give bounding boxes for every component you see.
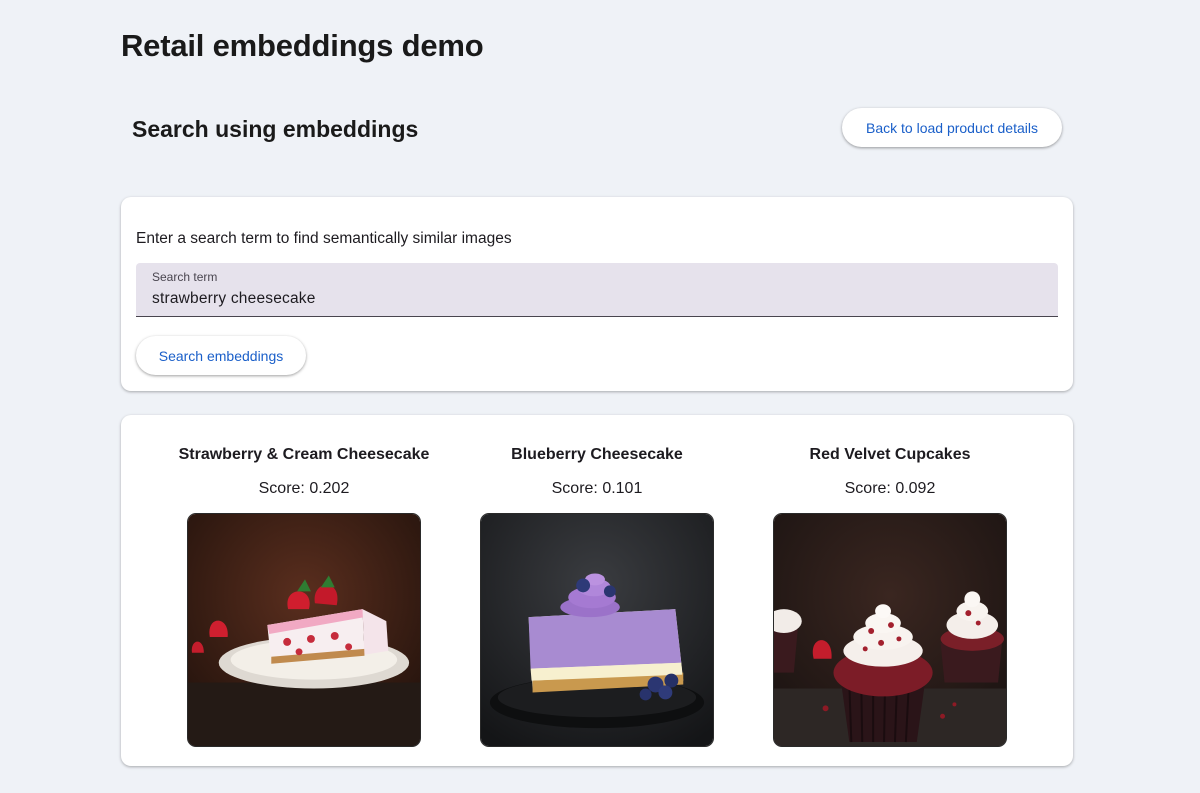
result-score: Score: 0.092: [844, 480, 936, 497]
section-title: Search using embeddings: [132, 116, 419, 142]
back-to-load-product-details-button[interactable]: Back to load product details: [842, 108, 1062, 147]
red-velvet-cupcakes-image: [773, 513, 1007, 747]
result-score: Score: 0.202: [258, 480, 350, 497]
blueberry-cheesecake-image: [480, 513, 714, 747]
result-title: Strawberry & Cream Cheesecake: [178, 446, 430, 463]
search-embeddings-button[interactable]: Search embeddings: [136, 336, 306, 375]
page-title: Retail embeddings demo: [121, 28, 484, 63]
result-score: Score: 0.101: [551, 480, 643, 497]
results-card: Strawberry & Cream Cheesecake Score: 0.2…: [121, 415, 1073, 766]
result-title: Red Velvet Cupcakes: [809, 446, 971, 463]
result-item: Strawberry & Cream Cheesecake Score: 0.2…: [154, 415, 454, 766]
result-item: Red Velvet Cupcakes Score: 0.092: [740, 415, 1040, 766]
search-input[interactable]: [152, 288, 1032, 310]
result-item: Blueberry Cheesecake Score: 0.101: [447, 415, 747, 766]
search-field[interactable]: Search term: [136, 263, 1058, 317]
search-field-label: Search term: [152, 270, 218, 284]
strawberry-cheesecake-image: [187, 513, 421, 747]
search-card: Enter a search term to find semantically…: [121, 197, 1073, 391]
search-hint: Enter a search term to find semantically…: [136, 230, 512, 247]
result-title: Blueberry Cheesecake: [511, 446, 683, 463]
